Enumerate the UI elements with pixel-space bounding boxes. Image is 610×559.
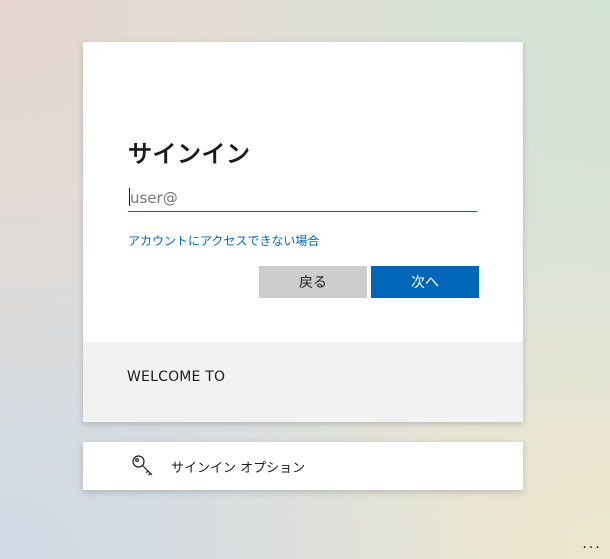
email-field[interactable]	[128, 184, 477, 212]
signin-options-button[interactable]: サインイン オプション	[83, 442, 523, 490]
signin-panel: サインイン アカウントにアクセスできない場合 戻る 次へ	[83, 42, 523, 342]
welcome-banner: WELCOME TO	[83, 342, 523, 422]
welcome-text: WELCOME TO	[127, 369, 226, 385]
signin-options-label: サインイン オプション	[171, 461, 306, 476]
key-icon	[132, 455, 153, 476]
next-button[interactable]: 次へ	[371, 266, 479, 298]
more-options-icon[interactable]: ...	[578, 536, 606, 552]
back-button[interactable]: 戻る	[259, 266, 367, 298]
signin-card: サインイン アカウントにアクセスできない場合 戻る 次へ WELCOME TO	[83, 42, 523, 422]
page-title: サインイン	[128, 140, 251, 168]
cant-access-account-link[interactable]: アカウントにアクセスできない場合	[128, 232, 319, 249]
text-cursor	[129, 188, 130, 206]
